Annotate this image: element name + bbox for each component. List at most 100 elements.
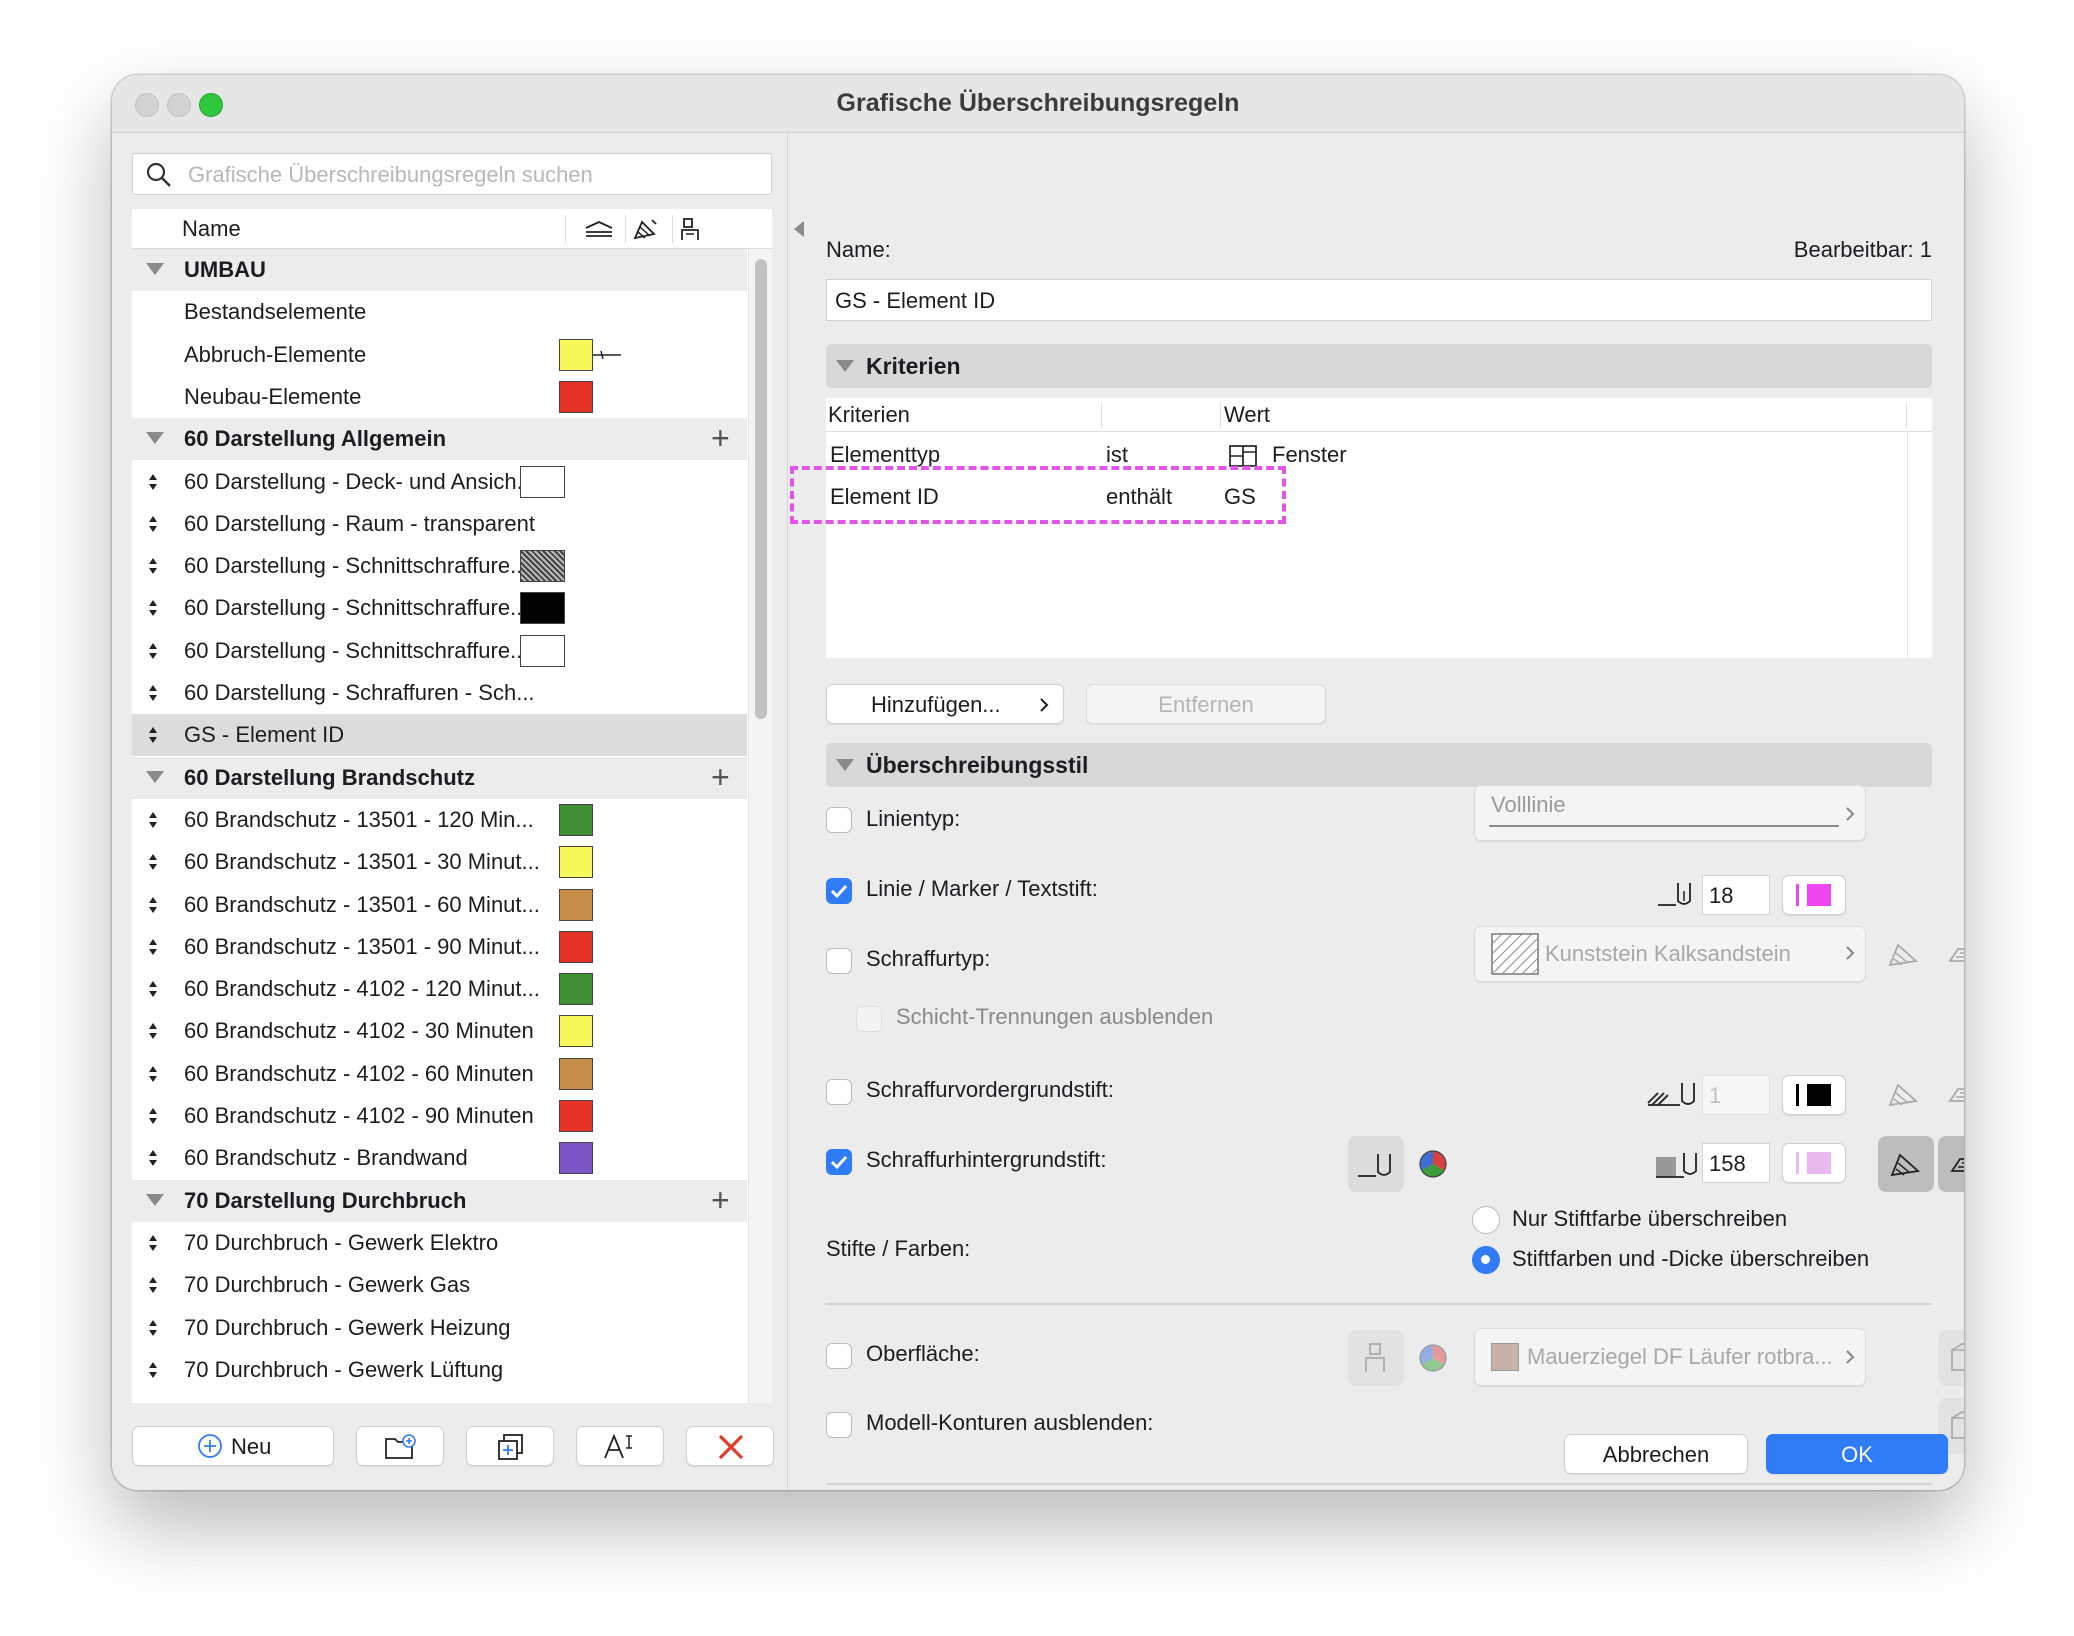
list-item[interactable]: 60 Brandschutz - 13501 - 60 Minut... (132, 884, 747, 926)
list-item[interactable]: GS - Element ID (132, 714, 747, 757)
fill-background-pen-checkbox[interactable] (826, 1149, 852, 1175)
cover-fill-icon[interactable] (1944, 1079, 1964, 1109)
remove-criteria-button[interactable]: Entfernen (1086, 684, 1326, 724)
line-pen-color-button[interactable] (1782, 875, 1846, 915)
list-group-header[interactable]: +60 Darstellung Brandschutz (132, 756, 747, 799)
rule-name-input[interactable]: GS - Element ID (826, 279, 1932, 321)
list-item[interactable]: 60 Darstellung - Schnittschraffure... (132, 587, 747, 629)
line-type-dropdown[interactable]: Volllinie (1474, 785, 1866, 841)
line-type-checkbox[interactable] (826, 807, 852, 833)
add-to-group-icon[interactable]: + (711, 761, 730, 793)
cut-fill-toggle-button[interactable] (1878, 1136, 1934, 1192)
list-item[interactable]: 60 Darstellung - Raum - transparent (132, 503, 747, 545)
fill-foreground-pen-number-input[interactable]: 1 (1702, 1075, 1770, 1115)
line-pen-checkbox[interactable] (826, 878, 852, 904)
list-item[interactable]: Bestandselemente (132, 291, 747, 333)
column-header-name[interactable]: Name (182, 216, 241, 242)
new-rule-button[interactable]: Neu (132, 1426, 334, 1466)
list-group-header[interactable]: +60 Darstellung Allgemein (132, 418, 747, 461)
list-item[interactable]: 60 Brandschutz - 4102 - 30 Minuten (132, 1010, 747, 1052)
list-scrollbar[interactable] (748, 249, 772, 1403)
cut-fill-icon[interactable] (1886, 1079, 1922, 1109)
delete-button[interactable] (686, 1426, 774, 1466)
drag-handle-icon[interactable] (148, 1149, 158, 1167)
drag-handle-icon[interactable] (148, 599, 158, 617)
cancel-button[interactable]: Abbrechen (1564, 1434, 1748, 1474)
cut-fill-icon[interactable] (1886, 939, 1922, 969)
drag-handle-icon[interactable] (148, 642, 158, 660)
drag-handle-icon[interactable] (148, 726, 158, 744)
drag-handle-icon[interactable] (148, 1276, 158, 1294)
list-item[interactable]: 60 Darstellung - Schnittschraffure... (132, 545, 747, 587)
pen-color-only-radio[interactable] (1472, 1206, 1500, 1234)
ok-button[interactable]: OK (1766, 1434, 1948, 1474)
list-item[interactable]: 60 Darstellung - Deck- und Ansich... (132, 461, 747, 503)
pen-color-and-weight-radio[interactable] (1472, 1246, 1500, 1274)
add-to-group-icon[interactable]: + (711, 1184, 730, 1216)
fill-column-icon[interactable] (632, 216, 658, 242)
surface-cut-button[interactable] (1938, 1330, 1964, 1386)
list-item[interactable]: 70 Durchbruch - Gewerk Sanitär (132, 1391, 747, 1403)
new-folder-button[interactable] (356, 1426, 444, 1466)
drag-handle-icon[interactable] (148, 684, 158, 702)
fill-foreground-pen-color-button[interactable] (1782, 1075, 1846, 1115)
background-pen-mode-button[interactable] (1348, 1136, 1404, 1192)
list-group-header[interactable]: UMBAU (132, 249, 747, 291)
fill-type-checkbox[interactable] (826, 948, 852, 974)
list-item[interactable]: 60 Brandschutz - 4102 - 120 Minut... (132, 968, 747, 1010)
cover-fill-toggle-button[interactable] (1938, 1136, 1964, 1192)
list-item[interactable]: 60 Darstellung - Schraffuren - Sch... (132, 672, 747, 714)
hide-layer-separators-checkbox[interactable] (856, 1006, 882, 1032)
drag-handle-icon[interactable] (148, 1107, 158, 1125)
list-item[interactable]: 70 Durchbruch - Gewerk Elektro (132, 1222, 747, 1264)
surface-checkbox[interactable] (826, 1343, 852, 1369)
duplicate-button[interactable] (466, 1426, 554, 1466)
drag-handle-icon[interactable] (148, 1319, 158, 1337)
list-item[interactable]: 60 Brandschutz - 13501 - 120 Min... (132, 799, 747, 841)
panel-collapse-arrow[interactable] (794, 221, 804, 237)
fill-type-dropdown[interactable]: Kunststein Kalksandstein (1474, 926, 1866, 982)
drag-handle-icon[interactable] (148, 1234, 158, 1252)
list-item[interactable]: 70 Durchbruch - Gewerk Lüftung (132, 1349, 747, 1391)
fill-background-pen-number-input[interactable]: 158 (1702, 1143, 1770, 1183)
add-criteria-button[interactable]: Hinzufügen... (826, 684, 1064, 724)
drag-handle-icon[interactable] (148, 896, 158, 914)
add-to-group-icon[interactable]: + (711, 422, 730, 454)
list-item[interactable]: 60 Brandschutz - Brandwand (132, 1137, 747, 1179)
list-item[interactable]: 70 Durchbruch - Gewerk Heizung (132, 1307, 747, 1349)
list-item[interactable]: 60 Brandschutz - 4102 - 90 Minuten (132, 1095, 747, 1137)
drag-handle-icon[interactable] (148, 1065, 158, 1083)
list-item[interactable]: 60 Darstellung - Schnittschraffure... (132, 630, 747, 672)
fill-foreground-pen-checkbox[interactable] (826, 1079, 852, 1105)
override-style-section-header[interactable]: Überschreibungsstil (826, 743, 1932, 787)
cover-fill-icon[interactable] (1944, 939, 1964, 969)
drag-handle-icon[interactable] (148, 473, 158, 491)
list-group-header[interactable]: +70 Darstellung Durchbruch (132, 1179, 747, 1222)
drag-handle-icon[interactable] (148, 557, 158, 575)
drag-handle-icon[interactable] (148, 1022, 158, 1040)
rename-button[interactable] (576, 1426, 664, 1466)
list-item[interactable]: 70 Durchbruch - Gewerk Gas (132, 1264, 747, 1306)
drag-handle-icon[interactable] (148, 515, 158, 533)
disclosure-triangle-icon[interactable] (146, 432, 164, 445)
line-type-column-icon[interactable] (584, 219, 614, 239)
disclosure-triangle-icon[interactable] (146, 1193, 164, 1206)
disclosure-triangle-icon[interactable] (146, 263, 164, 275)
color-wheel-icon[interactable] (1418, 1343, 1448, 1373)
surface-dropdown[interactable]: Mauerziegel DF Läufer rotbra... (1474, 1328, 1866, 1386)
criteria-section-header[interactable]: Kriterien (826, 344, 1932, 388)
drag-handle-icon[interactable] (148, 980, 158, 998)
drag-handle-icon[interactable] (148, 1361, 158, 1379)
list-item[interactable]: Neubau-Elemente (132, 376, 747, 418)
criteria-column-header[interactable]: Kriterien (828, 402, 910, 428)
drag-handle-icon[interactable] (148, 811, 158, 829)
drag-handle-icon[interactable] (148, 853, 158, 871)
list-item[interactable]: 60 Brandschutz - 4102 - 60 Minuten (132, 1053, 747, 1095)
search-input[interactable]: Grafische Überschreibungsregeln suchen (132, 153, 772, 195)
list-item[interactable]: 60 Brandschutz - 13501 - 30 Minut... (132, 841, 747, 883)
scrollbar-thumb[interactable] (755, 259, 767, 719)
fill-background-pen-color-button[interactable] (1782, 1143, 1846, 1183)
list-item[interactable]: Abbruch-Elemente (132, 334, 747, 376)
line-pen-number-input[interactable]: 18 (1702, 875, 1770, 915)
disclosure-triangle-icon[interactable] (146, 770, 164, 783)
